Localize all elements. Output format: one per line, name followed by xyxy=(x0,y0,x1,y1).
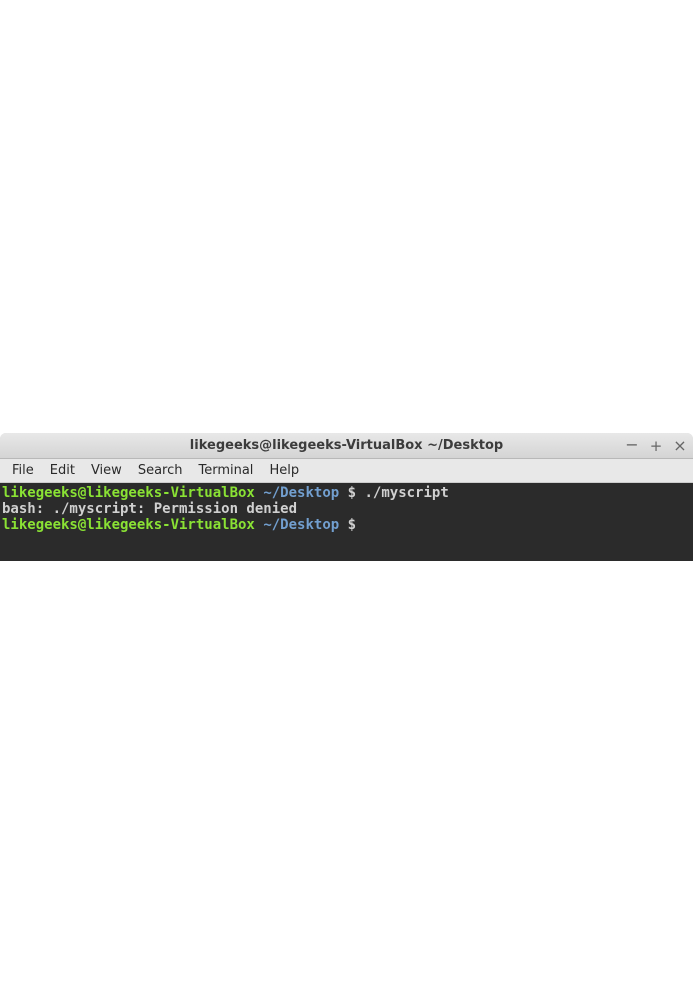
menu-view[interactable]: View xyxy=(83,461,130,480)
terminal-window: likegeeks@likegeeks-VirtualBox ~/Desktop… xyxy=(0,433,693,561)
menu-file[interactable]: File xyxy=(4,461,42,480)
close-button[interactable] xyxy=(673,439,687,453)
menu-terminal[interactable]: Terminal xyxy=(190,461,261,480)
command-text: ./myscript xyxy=(364,485,448,501)
prompt-user-host: likegeeks@likegeeks-VirtualBox xyxy=(2,485,255,501)
menubar: File Edit View Search Terminal Help xyxy=(0,459,693,483)
terminal-line: likegeeks@likegeeks-VirtualBox ~/Desktop… xyxy=(2,517,691,533)
prompt-symbol: $ xyxy=(348,517,356,533)
terminal-output-line: bash: ./myscript: Permission denied xyxy=(2,501,691,517)
minimize-button[interactable] xyxy=(625,439,639,453)
prompt-path: ~/Desktop xyxy=(263,517,339,533)
maximize-button[interactable] xyxy=(649,439,663,453)
window-title: likegeeks@likegeeks-VirtualBox ~/Desktop xyxy=(190,438,503,453)
terminal-line: likegeeks@likegeeks-VirtualBox ~/Desktop… xyxy=(2,485,691,501)
menu-help[interactable]: Help xyxy=(261,461,307,480)
menu-edit[interactable]: Edit xyxy=(42,461,83,480)
terminal-area[interactable]: likegeeks@likegeeks-VirtualBox ~/Desktop… xyxy=(0,483,693,561)
menu-search[interactable]: Search xyxy=(130,461,191,480)
window-controls xyxy=(625,433,687,458)
prompt-path: ~/Desktop xyxy=(263,485,339,501)
window-titlebar[interactable]: likegeeks@likegeeks-VirtualBox ~/Desktop xyxy=(0,433,693,459)
prompt-symbol: $ xyxy=(348,485,356,501)
prompt-user-host: likegeeks@likegeeks-VirtualBox xyxy=(2,517,255,533)
